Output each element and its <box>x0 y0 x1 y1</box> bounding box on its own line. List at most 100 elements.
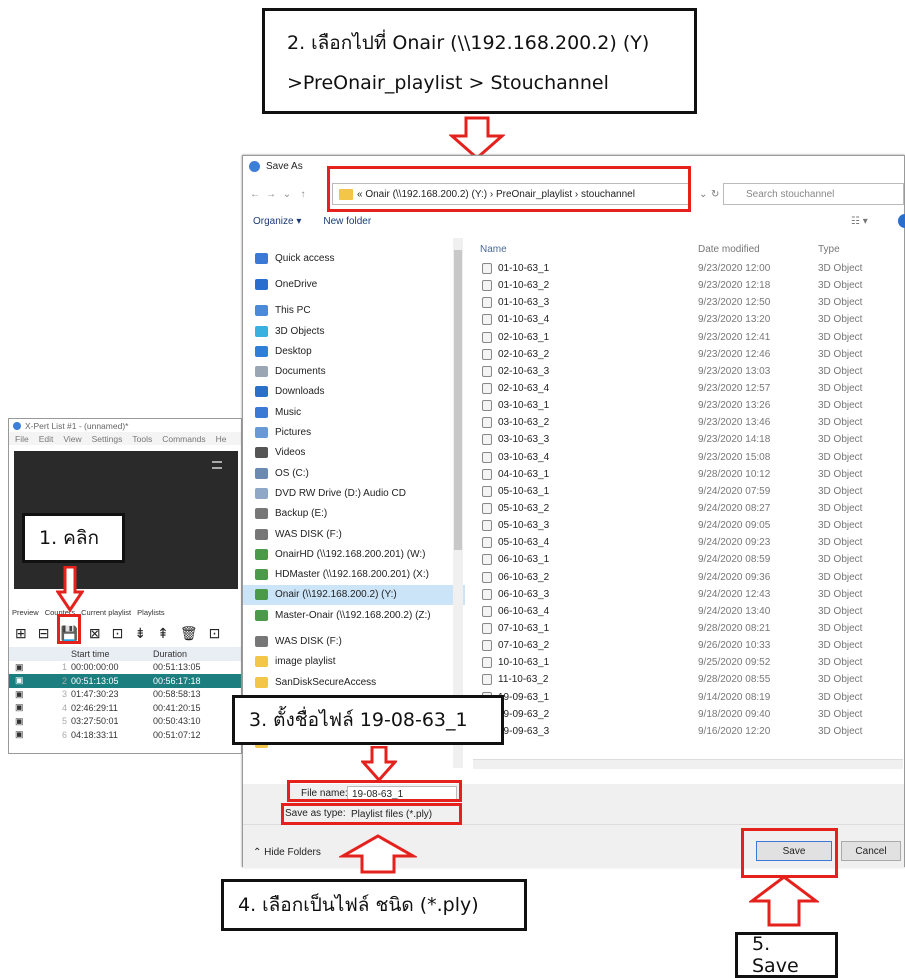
file-date: 9/24/2020 09:05 <box>698 520 771 532</box>
playlist-row[interactable]: ▣ 4 02:46:29:11 00:41:20:15 <box>9 701 241 715</box>
search-input[interactable]: Search stouchannel <box>723 183 904 205</box>
append-icon[interactable]: ⇞ <box>157 625 169 642</box>
view-options-icon[interactable]: ☷ ▾ <box>851 216 868 227</box>
nav-item[interactable]: Downloads <box>243 382 465 402</box>
file-row[interactable]: 07-10-63_1 9/28/2020 08:21 3D Object <box>476 620 904 637</box>
nav-scroll-thumb[interactable] <box>454 250 462 550</box>
forward-icon[interactable]: → <box>263 189 279 200</box>
file-row[interactable]: 04-10-63_1 9/28/2020 10:12 3D Object <box>476 466 904 483</box>
help-icon[interactable] <box>898 214 905 228</box>
nav-item[interactable]: This PC <box>243 301 465 321</box>
file-row[interactable]: 03-10-63_3 9/23/2020 14:18 3D Object <box>476 431 904 448</box>
col-start-time[interactable]: Start time <box>71 649 153 659</box>
up-icon[interactable]: ↑ <box>295 189 311 200</box>
xpert-menu-item[interactable]: View <box>63 434 81 444</box>
playlist-row[interactable]: ▣ 2 00:51:13:05 00:56:17:18 <box>9 674 241 688</box>
file-row[interactable]: 05-10-63_4 9/24/2020 09:23 3D Object <box>476 534 904 551</box>
nav-item[interactable]: DVD RW Drive (D:) Audio CD <box>243 483 465 503</box>
col-type[interactable]: Type <box>818 244 898 255</box>
file-row[interactable]: 06-10-63_1 9/24/2020 08:59 3D Object <box>476 551 904 568</box>
file-row[interactable]: 11-10-63_2 9/28/2020 08:55 3D Object <box>476 671 904 688</box>
computer-icon <box>255 305 268 317</box>
row-start-time: 00:51:13:05 <box>71 675 119 686</box>
recent-dropdown-icon[interactable]: ⌄ <box>279 189 295 200</box>
playlist-row[interactable]: ▣ 5 03:27:50:01 00:50:43:10 <box>9 715 241 729</box>
nav-item[interactable]: Music <box>243 402 465 422</box>
refresh-icon[interactable]: ↻ <box>711 189 719 200</box>
file-row[interactable]: 01-10-63_3 9/23/2020 12:50 3D Object <box>476 294 904 311</box>
playlist-row[interactable]: ▣ 3 01:47:30:23 00:58:58:13 <box>9 688 241 702</box>
col-duration[interactable]: Duration <box>153 649 233 659</box>
menu-icon[interactable] <box>212 461 222 469</box>
playlist-row[interactable]: ▣ 6 04:18:33:11 00:51:07:12 <box>9 728 241 742</box>
file-row[interactable]: 19-09-63_3 9/16/2020 12:20 3D Object <box>476 723 904 740</box>
col-name[interactable]: Name <box>476 244 698 255</box>
xpert-tab[interactable]: Current playlist <box>81 608 131 617</box>
file-name: 01-10-63_4 <box>498 314 550 326</box>
hide-folders-button[interactable]: ⌃ Hide Folders <box>253 847 321 858</box>
file-row[interactable]: 06-10-63_4 9/24/2020 13:40 3D Object <box>476 603 904 620</box>
file-row[interactable]: 02-10-63_3 9/23/2020 13:03 3D Object <box>476 363 904 380</box>
xpert-menu-item[interactable]: File <box>15 434 29 444</box>
nav-item[interactable]: Master-Onair (\\192.168.200.2) (Z:) <box>243 605 465 625</box>
delete-icon[interactable]: 🗑 <box>180 625 198 642</box>
file-row[interactable]: 05-10-63_3 9/24/2020 09:05 3D Object <box>476 517 904 534</box>
nav-item[interactable]: Desktop <box>243 341 465 361</box>
nav-scrollbar[interactable] <box>453 238 463 768</box>
address-dropdown-icon[interactable]: ⌄ <box>699 189 707 200</box>
file-row[interactable]: 02-10-63_4 9/23/2020 12:57 3D Object <box>476 380 904 397</box>
nav-item[interactable]: Quick access <box>243 248 465 268</box>
file-row[interactable]: 02-10-63_1 9/23/2020 12:41 3D Object <box>476 329 904 346</box>
file-row[interactable]: 19-09-63_2 9/18/2020 09:40 3D Object <box>476 706 904 723</box>
organize-button[interactable]: Organize ▾ <box>253 216 301 227</box>
file-row[interactable]: 07-10-63_2 9/26/2020 10:33 3D Object <box>476 637 904 654</box>
nav-item[interactable]: Backup (E:) <box>243 504 465 524</box>
nav-item[interactable]: Onair (\\192.168.200.2) (Y:) <box>243 584 465 606</box>
nav-item[interactable]: OneDrive <box>243 274 465 294</box>
file-row[interactable]: 10-10-63_1 9/25/2020 09:52 3D Object <box>476 654 904 671</box>
file-row[interactable]: 06-10-63_2 9/24/2020 09:36 3D Object <box>476 569 904 586</box>
file-row[interactable]: 01-10-63_2 9/23/2020 12:18 3D Object <box>476 277 904 294</box>
new-icon[interactable]: ⊞ <box>15 625 27 642</box>
nav-item[interactable]: Documents <box>243 361 465 381</box>
nav-item[interactable]: 3D Objects <box>243 321 465 341</box>
edit-icon[interactable]: ⊡ <box>209 625 221 642</box>
file-row[interactable]: 01-10-63_4 9/23/2020 13:20 3D Object <box>476 311 904 328</box>
file-row[interactable]: 06-10-63_3 9/24/2020 12:43 3D Object <box>476 586 904 603</box>
file-date: 9/24/2020 09:23 <box>698 537 771 549</box>
file-list-hscroll[interactable] <box>473 759 903 769</box>
insert-icon[interactable]: ⇟ <box>134 625 146 642</box>
xpert-menu-item[interactable]: Commands <box>162 434 205 444</box>
file-row[interactable]: 03-10-63_2 9/23/2020 13:46 3D Object <box>476 414 904 431</box>
nav-item[interactable]: OS (C:) <box>243 463 465 483</box>
nav-item[interactable]: OnairHD (\\192.168.200.201) (W:) <box>243 544 465 564</box>
file-row[interactable]: 03-10-63_1 9/23/2020 13:26 3D Object <box>476 397 904 414</box>
xpert-menu-item[interactable]: Tools <box>132 434 152 444</box>
properties-icon[interactable]: ⊡ <box>112 625 124 642</box>
file-row[interactable]: 05-10-63_2 9/24/2020 08:27 3D Object <box>476 500 904 517</box>
back-icon[interactable]: ← <box>247 189 263 200</box>
file-row[interactable]: 03-10-63_4 9/23/2020 15:08 3D Object <box>476 449 904 466</box>
nav-item[interactable]: Pictures <box>243 422 465 442</box>
xpert-tab[interactable]: Preview <box>12 608 39 617</box>
nav-item[interactable]: SanDiskSecureAccess <box>243 672 465 692</box>
xpert-menu-item[interactable]: Edit <box>39 434 54 444</box>
new-folder-button[interactable]: New folder <box>323 216 371 227</box>
file-row[interactable]: 05-10-63_1 9/24/2020 07:59 3D Object <box>476 483 904 500</box>
xpert-tab[interactable]: Playlists <box>137 608 165 617</box>
open-icon[interactable]: ⊟ <box>38 625 50 642</box>
playlist-row[interactable]: ▣ 1 00:00:00:00 00:51:13:05 <box>9 661 241 675</box>
cancel-button[interactable]: Cancel <box>841 841 901 861</box>
nav-item[interactable]: WAS DISK (F:) <box>243 631 465 651</box>
nav-item[interactable]: HDMaster (\\192.168.200.201) (X:) <box>243 564 465 584</box>
file-row[interactable]: 19-09-63_1 9/14/2020 08:19 3D Object <box>476 689 904 706</box>
col-date-modified[interactable]: Date modified <box>698 244 818 255</box>
save-as-icon[interactable]: ⊠ <box>89 625 101 642</box>
file-row[interactable]: 02-10-63_2 9/23/2020 12:46 3D Object <box>476 346 904 363</box>
xpert-menu-item[interactable]: Settings <box>92 434 123 444</box>
nav-item[interactable]: WAS DISK (F:) <box>243 524 465 544</box>
nav-item[interactable]: image playlist <box>243 652 465 672</box>
nav-item[interactable]: Videos <box>243 443 465 463</box>
xpert-menu-item[interactable]: He <box>216 434 227 444</box>
file-row[interactable]: 01-10-63_1 9/23/2020 12:00 3D Object <box>476 260 904 277</box>
